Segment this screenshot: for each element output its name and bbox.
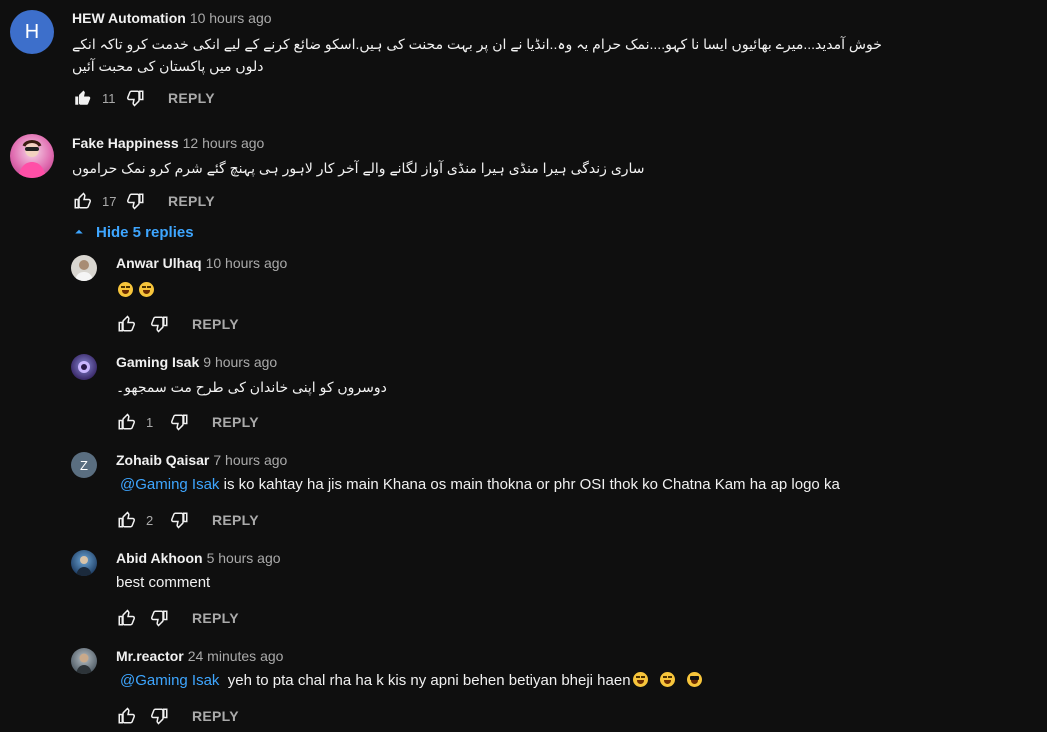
timestamp[interactable]: 5 hours ago xyxy=(207,550,281,566)
author-name[interactable]: Mr.reactor xyxy=(116,648,184,664)
avatar-image xyxy=(18,140,46,178)
comment-text: best comment xyxy=(116,574,211,591)
timestamp[interactable]: 7 hours ago xyxy=(213,452,287,468)
avatar-image xyxy=(78,361,90,373)
dislike-icon[interactable] xyxy=(126,191,146,211)
timestamp[interactable]: 12 hours ago xyxy=(183,135,265,151)
author-name[interactable]: Gaming Isak xyxy=(116,354,199,370)
avatar[interactable]: H xyxy=(10,10,54,54)
avatar-image xyxy=(76,653,92,674)
comment-header: Fake Happiness 12 hours ago xyxy=(72,135,264,151)
caret-up-icon xyxy=(75,229,83,234)
comment-header: Zohaib Qaisar 7 hours ago xyxy=(116,452,287,468)
like-count: 11 xyxy=(102,90,116,106)
like-icon[interactable] xyxy=(116,706,136,726)
timestamp[interactable]: 24 minutes ago xyxy=(188,648,284,664)
dislike-icon[interactable] xyxy=(150,608,170,628)
laughing-emoji-icon xyxy=(118,282,133,297)
hide-replies-label: Hide 5 replies xyxy=(96,223,194,241)
comment-header: Gaming Isak 9 hours ago xyxy=(116,354,277,370)
dislike-icon[interactable] xyxy=(170,412,190,432)
comment-text: @Gaming Isak is ko kahtay ha jis main Kh… xyxy=(120,474,840,496)
like-icon[interactable] xyxy=(116,510,136,530)
sunglasses-emoji-icon xyxy=(686,672,702,687)
like-icon[interactable] xyxy=(116,412,136,432)
like-count: 2 xyxy=(146,512,154,528)
reply-button[interactable]: REPLY xyxy=(168,193,215,209)
reply-button[interactable]: REPLY xyxy=(192,610,239,626)
mention-link[interactable]: @Gaming Isak xyxy=(120,672,219,689)
laughing-emoji-icon xyxy=(632,672,648,687)
like-count: 17 xyxy=(102,193,117,209)
laughing-emoji-icon xyxy=(139,282,154,297)
author-name[interactable]: HEW Automation xyxy=(72,10,186,26)
reply-button[interactable]: REPLY xyxy=(192,708,239,724)
like-icon[interactable] xyxy=(72,191,92,211)
like-icon[interactable] xyxy=(116,608,136,628)
action-toolbar: REPLY xyxy=(116,314,239,334)
avatar[interactable] xyxy=(10,134,54,178)
author-name[interactable]: Anwar Ulhaq xyxy=(116,255,202,271)
reply-text: is ko kahtay ha jis main Khana os main t… xyxy=(219,476,840,493)
action-toolbar: REPLY xyxy=(116,706,239,726)
like-icon[interactable] xyxy=(116,314,136,334)
comment-text: @Gaming Isak yeh to pta chal rha ha k ki… xyxy=(120,670,708,692)
comment-text: دوسروں کو اپنی خاندان کی طرح مت سمجھو۔ xyxy=(116,379,387,395)
timestamp[interactable]: 9 hours ago xyxy=(203,354,277,370)
comment-header: Anwar Ulhaq 10 hours ago xyxy=(116,255,287,271)
avatar[interactable] xyxy=(71,550,97,576)
avatar-image xyxy=(75,260,93,281)
dislike-icon[interactable] xyxy=(126,88,146,108)
timestamp[interactable]: 10 hours ago xyxy=(190,10,272,26)
laughing-emoji-icon xyxy=(659,672,675,687)
comment-text: خوش آمدید...میرے بھائیوں ایسا نا کہو....… xyxy=(72,36,882,74)
comment-header: Abid Akhoon 5 hours ago xyxy=(116,550,281,566)
comment-text: ساری زندگی ہیرا منڈی ہیرا منڈی آواز لگان… xyxy=(72,160,645,176)
avatar[interactable] xyxy=(71,648,97,674)
comment-header: Mr.reactor 24 minutes ago xyxy=(116,648,283,664)
hide-replies-button[interactable]: Hide 5 replies xyxy=(70,222,194,242)
like-count: 1 xyxy=(146,414,154,430)
avatar[interactable] xyxy=(71,354,97,380)
author-name[interactable]: Fake Happiness xyxy=(72,135,179,151)
author-name[interactable]: Abid Akhoon xyxy=(116,550,203,566)
action-toolbar: REPLY xyxy=(116,608,239,628)
action-toolbar: 2 REPLY xyxy=(116,510,259,530)
action-toolbar: 11 REPLY xyxy=(72,88,215,108)
reply-button[interactable]: REPLY xyxy=(212,414,259,430)
action-toolbar: 17 REPLY xyxy=(72,191,215,211)
mention-link[interactable]: @Gaming Isak xyxy=(120,476,219,493)
dislike-icon[interactable] xyxy=(150,314,170,334)
avatar[interactable]: Z xyxy=(71,452,97,478)
avatar[interactable] xyxy=(71,255,97,281)
action-toolbar: 1 REPLY xyxy=(116,412,259,432)
reply-button[interactable]: REPLY xyxy=(212,512,259,528)
reply-button[interactable]: REPLY xyxy=(192,316,239,332)
author-name[interactable]: Zohaib Qaisar xyxy=(116,452,209,468)
dislike-icon[interactable] xyxy=(170,510,190,530)
reply-button[interactable]: REPLY xyxy=(168,90,215,106)
comment-header: HEW Automation 10 hours ago xyxy=(72,10,272,26)
reply-text: yeh to pta chal rha ha k kis ny apni beh… xyxy=(219,672,631,689)
avatar-image xyxy=(76,556,92,576)
like-icon[interactable] xyxy=(72,88,92,108)
comment-text xyxy=(118,279,160,301)
timestamp[interactable]: 10 hours ago xyxy=(206,255,288,271)
dislike-icon[interactable] xyxy=(150,706,170,726)
